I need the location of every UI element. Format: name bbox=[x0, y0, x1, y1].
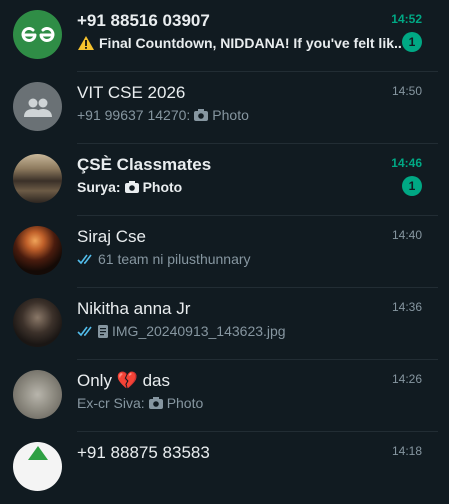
chat-name: Only 💔 das bbox=[77, 371, 170, 390]
geeksforgeeks-logo-icon bbox=[21, 26, 54, 42]
unread-badge: 1 bbox=[402, 176, 422, 196]
camera-icon bbox=[148, 397, 163, 409]
avatar bbox=[13, 226, 62, 275]
app-logo-icon bbox=[27, 446, 48, 460]
camera-icon bbox=[124, 181, 139, 193]
chat-time: 14:50 bbox=[391, 84, 422, 98]
sender-name: +91 99637 14270: bbox=[77, 107, 191, 123]
chat-name: +91 88875 83583 bbox=[77, 443, 210, 462]
chat-name: Nikitha anna Jr bbox=[77, 299, 191, 318]
chat-preview-text: Photo bbox=[142, 179, 183, 195]
avatar bbox=[13, 298, 62, 347]
unread-badge: 1 bbox=[402, 32, 422, 52]
chat-preview-text: IMG_20240913_143623.jpg bbox=[112, 323, 286, 339]
chat-preview-text: Photo bbox=[166, 395, 204, 411]
chat-time: 14:36 bbox=[391, 300, 422, 314]
chat-time: 14:46 bbox=[391, 156, 422, 170]
chat-preview-text: Photo bbox=[212, 107, 249, 123]
chat-item[interactable]: VIT CSE 2026 14:50 +91 99637 14270: Phot… bbox=[0, 72, 449, 144]
chat-time: 14:18 bbox=[391, 444, 422, 458]
chat-preview: Ex-cr Siva: Photo bbox=[77, 395, 402, 411]
avatar bbox=[13, 154, 62, 203]
chat-item[interactable]: Nikitha anna Jr 14:36 IMG_20240913_14362… bbox=[0, 288, 449, 360]
chat-time: 14:52 bbox=[391, 12, 422, 26]
chat-preview-text: 61 team ni pilusthunnary bbox=[98, 251, 251, 267]
group-icon bbox=[23, 98, 52, 117]
chat-item[interactable]: Siraj Cse 14:40 61 team ni pilusthunnary bbox=[0, 216, 449, 288]
avatar bbox=[13, 82, 62, 131]
avatar bbox=[13, 442, 62, 491]
chat-name: +91 88516 03907 bbox=[77, 11, 210, 30]
chat-preview: +91 99637 14270: Photo bbox=[77, 107, 402, 123]
double-check-icon bbox=[77, 254, 94, 265]
sender-name: Ex-cr Siva: bbox=[77, 395, 145, 411]
chat-preview-text: Final Countdown, NIDDANA! If you've felt… bbox=[99, 35, 402, 51]
document-icon bbox=[98, 324, 108, 338]
chat-preview: Surya: Photo bbox=[77, 179, 402, 195]
sender-name: Surya: bbox=[77, 179, 121, 195]
chat-preview: 61 team ni pilusthunnary bbox=[77, 251, 402, 267]
chat-preview: Final Countdown, NIDDANA! If you've felt… bbox=[77, 35, 402, 51]
avatar bbox=[13, 370, 62, 419]
chat-item[interactable]: +91 88516 03907 14:52 Final Countdown, N… bbox=[0, 0, 449, 72]
chat-item[interactable]: ÇSÈ Classmates 14:46 Surya: Photo 1 bbox=[0, 144, 449, 216]
chat-item[interactable]: +91 88875 83583 14:18 bbox=[0, 432, 449, 504]
double-check-icon bbox=[77, 326, 94, 337]
chat-preview: IMG_20240913_143623.jpg bbox=[77, 323, 402, 339]
chat-name: Siraj Cse bbox=[77, 227, 146, 246]
chat-name: ÇSÈ Classmates bbox=[77, 155, 212, 174]
warning-icon bbox=[77, 35, 95, 51]
avatar bbox=[13, 10, 62, 59]
chat-time: 14:40 bbox=[391, 228, 422, 242]
chat-item[interactable]: Only 💔 das 14:26 Ex-cr Siva: Photo bbox=[0, 360, 449, 432]
camera-icon bbox=[194, 109, 209, 121]
chat-name: VIT CSE 2026 bbox=[77, 83, 186, 102]
chat-time: 14:26 bbox=[391, 372, 422, 386]
